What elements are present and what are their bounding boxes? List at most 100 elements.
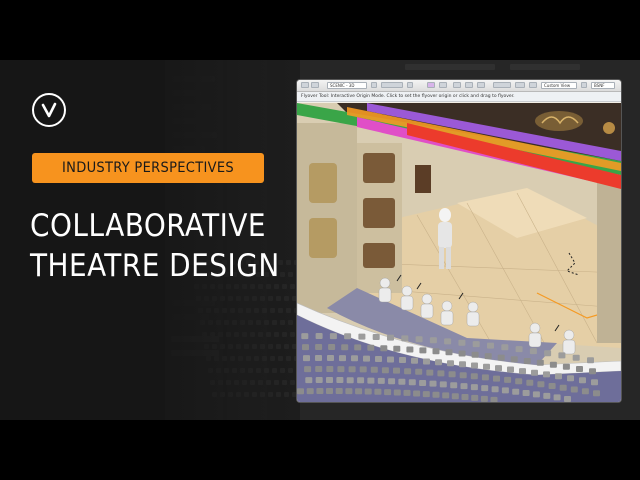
audience-seat <box>337 366 345 373</box>
audience-seat <box>501 344 509 351</box>
stage-door <box>415 165 431 193</box>
audience-seat <box>562 363 570 370</box>
audience-seat <box>564 396 571 402</box>
audience-seat <box>336 377 344 383</box>
audience-seat <box>435 359 442 366</box>
audience-seat <box>548 383 556 389</box>
audience-seat <box>543 392 551 399</box>
audience-seat <box>531 369 538 376</box>
audience-seat <box>481 374 489 381</box>
audience-seat <box>393 345 401 352</box>
tool-button[interactable] <box>515 82 525 88</box>
audience-seat <box>461 394 469 400</box>
tool-button[interactable] <box>407 82 413 88</box>
audience-seat <box>432 391 440 398</box>
audience-seat <box>591 379 598 386</box>
audience-seat <box>423 358 430 365</box>
audience-seat <box>459 361 466 368</box>
audience-seat <box>495 365 502 372</box>
category-tag: INDUSTRY PERSPECTIVES <box>32 153 264 183</box>
audience-seat <box>315 344 323 350</box>
audience-seat <box>493 375 500 382</box>
audience-seat <box>415 336 423 343</box>
audience-seat <box>422 391 430 398</box>
audience-seat <box>523 358 531 364</box>
audience-seat <box>398 378 406 385</box>
audience-seat <box>326 377 333 383</box>
audience-seat <box>364 388 372 395</box>
audience-seat <box>487 342 494 349</box>
audience-seat <box>406 346 414 353</box>
tool-button[interactable] <box>477 82 485 88</box>
audience-seat <box>522 390 530 396</box>
audience-seat <box>387 334 394 341</box>
flyover-tool-button[interactable] <box>427 82 435 88</box>
render-select[interactable]: BSNF <box>591 82 615 89</box>
audience-seat <box>491 386 499 393</box>
audience-seat <box>515 378 523 385</box>
audience-seat <box>497 354 505 361</box>
app-window: SCENIC - 3D Custom View BSNF Flyover Too… <box>297 80 621 402</box>
audience-seat <box>328 344 336 350</box>
audience-seat <box>359 366 367 373</box>
audience-seat <box>306 388 314 395</box>
audience-seat <box>558 352 566 359</box>
tool-button[interactable] <box>439 82 447 88</box>
video-title: COLLABORATIVE THEATRE DESIGN <box>30 206 280 286</box>
audience-seat <box>579 377 586 384</box>
audience-seat <box>567 375 574 382</box>
audience-seat <box>413 390 421 397</box>
audience-seat <box>315 377 323 383</box>
audience-seat <box>458 350 466 357</box>
audience-seat <box>451 393 459 400</box>
audience-seat <box>526 379 534 386</box>
3d-viewport[interactable] <box>297 103 621 402</box>
audience-seat <box>572 354 580 361</box>
layer-select[interactable]: SCENIC - 3D <box>327 82 367 89</box>
audience-seat <box>401 335 409 342</box>
audience-seat <box>375 356 382 362</box>
audience-seat <box>393 367 400 374</box>
audience-seat <box>399 357 406 363</box>
tool-button[interactable] <box>453 82 461 88</box>
audience-seat <box>504 376 512 383</box>
audience-seat <box>458 339 466 346</box>
tool-button[interactable] <box>493 82 511 88</box>
audience-seat <box>549 361 557 368</box>
video-frame: INDUSTRY PERSPECTIVES COLLABORATIVE THEA… <box>0 60 640 420</box>
tool-button[interactable] <box>381 82 403 88</box>
audience-seat <box>587 357 594 364</box>
audience-seat <box>515 346 523 353</box>
audience-seat <box>471 351 479 358</box>
audience-seat <box>329 333 337 340</box>
audience-seat <box>472 341 480 348</box>
audience-seat <box>354 344 362 351</box>
tool-button[interactable] <box>465 82 473 88</box>
tool-button[interactable] <box>311 82 319 88</box>
audience-seat <box>519 368 526 375</box>
audience-seat <box>543 371 550 378</box>
tool-button[interactable] <box>371 82 377 88</box>
tool-button[interactable] <box>301 82 309 88</box>
audience-seat <box>459 372 467 379</box>
view-select[interactable]: Custom View <box>541 82 577 89</box>
tool-button[interactable] <box>529 82 537 88</box>
audience-seat <box>411 357 418 364</box>
tool-button[interactable] <box>581 82 587 88</box>
audience-seat <box>403 389 411 396</box>
letterbox-top <box>0 0 640 60</box>
audience-seat <box>374 388 382 395</box>
audience-seat <box>367 377 375 384</box>
audience-seat <box>470 373 478 380</box>
audience-seat <box>384 389 392 396</box>
title-line-2: THEATRE DESIGN <box>30 248 280 284</box>
audience-seat <box>408 379 416 386</box>
audience-seat <box>388 378 396 385</box>
audience-seat <box>315 333 323 339</box>
audience-seat <box>426 369 434 376</box>
tool-info-bar: Flyover Tool: Interactive Origin Mode. C… <box>297 92 621 102</box>
audience-seat <box>404 368 412 375</box>
audience-seat <box>429 337 437 344</box>
audience-seat <box>555 373 562 380</box>
view-toolbar: SCENIC - 3D Custom View BSNF <box>297 80 621 92</box>
